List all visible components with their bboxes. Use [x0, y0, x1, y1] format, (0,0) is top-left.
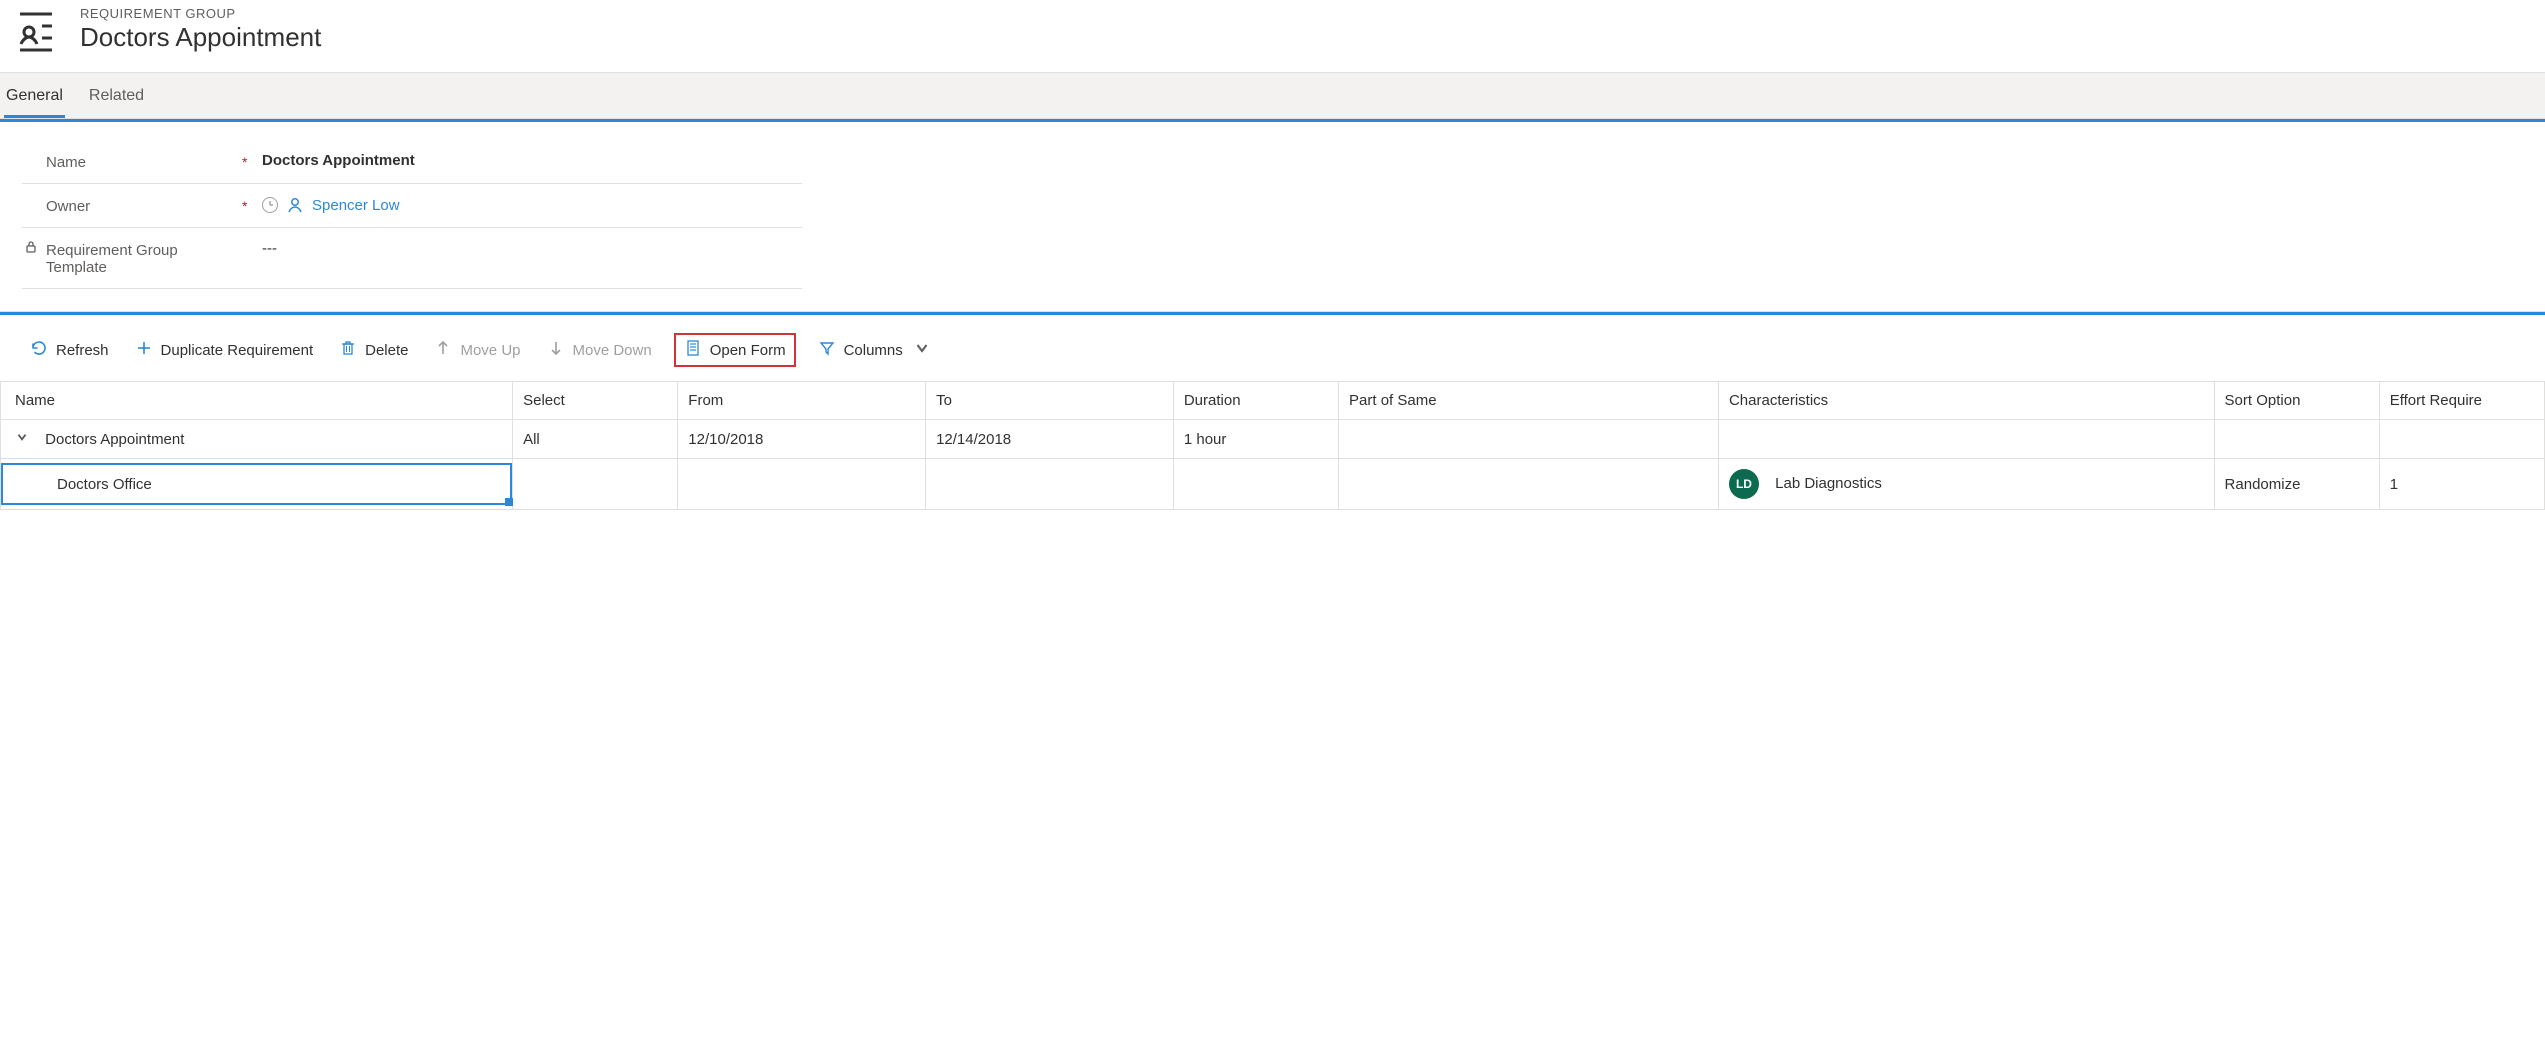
- chevron-down-icon: [913, 339, 931, 361]
- refresh-label: Refresh: [56, 342, 109, 359]
- filter-icon: [818, 339, 836, 361]
- requirement-group-icon: [10, 6, 62, 58]
- owner-link[interactable]: Spencer Low: [312, 197, 400, 214]
- field-row-name: Name * Doctors Appointment: [22, 140, 802, 184]
- open-form-button[interactable]: Open Form: [674, 333, 796, 367]
- tab-related[interactable]: Related: [87, 83, 146, 118]
- form-section-general: Name * Doctors Appointment Owner * Spenc…: [0, 119, 2545, 312]
- subgrid-toolbar: Refresh Duplicate Requirement Delete Mov…: [0, 323, 2545, 381]
- cell-to[interactable]: [926, 459, 1174, 510]
- page-title: Doctors Appointment: [80, 21, 321, 54]
- field-value-template: ---: [262, 240, 277, 257]
- move-down-label: Move Down: [573, 342, 652, 359]
- characteristic-text: Lab Diagnostics: [1775, 475, 1882, 492]
- field-value-name[interactable]: Doctors Appointment: [262, 152, 415, 169]
- person-icon: [286, 196, 304, 214]
- required-indicator: *: [242, 196, 256, 214]
- chevron-down-icon[interactable]: [15, 430, 31, 448]
- cell-to[interactable]: 12/14/2018: [926, 420, 1174, 459]
- grid-header-row: Name Select From To Duration Part of Sam…: [1, 382, 2545, 420]
- cell-select[interactable]: All: [513, 420, 678, 459]
- page-header: REQUIREMENT GROUP Doctors Appointment: [0, 0, 2545, 72]
- lock-icon: [22, 240, 40, 254]
- column-header-part-of-same[interactable]: Part of Same: [1339, 382, 1719, 420]
- field-label-owner: Owner: [46, 196, 236, 215]
- refresh-button[interactable]: Refresh: [26, 335, 113, 365]
- column-header-select[interactable]: Select: [513, 382, 678, 420]
- duplicate-requirement-button[interactable]: Duplicate Requirement: [131, 335, 318, 365]
- requirements-grid: Name Select From To Duration Part of Sam…: [0, 381, 2545, 510]
- delete-label: Delete: [365, 342, 408, 359]
- field-label-template: Requirement Group Template: [46, 240, 236, 276]
- plus-icon: [135, 339, 153, 361]
- duplicate-label: Duplicate Requirement: [161, 342, 314, 359]
- move-up-label: Move Up: [460, 342, 520, 359]
- field-label-name: Name: [46, 152, 236, 171]
- arrow-up-icon: [434, 339, 452, 361]
- arrow-down-icon: [547, 339, 565, 361]
- tabs-bar: General Related: [0, 72, 2545, 119]
- column-header-characteristics[interactable]: Characteristics: [1718, 382, 2214, 420]
- cell-from[interactable]: 12/10/2018: [678, 420, 926, 459]
- field-row-template: Requirement Group Template ---: [22, 228, 802, 289]
- trash-icon: [339, 339, 357, 361]
- cell-name-text: Doctors Appointment: [45, 431, 184, 448]
- form-icon: [684, 339, 702, 361]
- cell-characteristics[interactable]: LD Lab Diagnostics: [1718, 459, 2214, 510]
- field-row-owner: Owner * Spencer Low: [22, 184, 802, 228]
- cell-effort[interactable]: 1: [2379, 459, 2544, 510]
- cell-from[interactable]: [678, 459, 926, 510]
- characteristic-badge: LD: [1729, 469, 1759, 499]
- cell-select[interactable]: [513, 459, 678, 510]
- grid-row[interactable]: Doctors Appointment All 12/10/2018 12/14…: [1, 420, 2545, 459]
- cell-duration[interactable]: [1173, 459, 1338, 510]
- refresh-icon: [30, 339, 48, 361]
- delete-button[interactable]: Delete: [335, 335, 412, 365]
- cell-name[interactable]: Doctors Appointment: [1, 420, 513, 459]
- column-header-to[interactable]: To: [926, 382, 1174, 420]
- cell-duration[interactable]: 1 hour: [1173, 420, 1338, 459]
- entity-type-label: REQUIREMENT GROUP: [80, 6, 321, 21]
- cell-name[interactable]: Doctors Office: [1, 459, 513, 510]
- subgrid-section: Refresh Duplicate Requirement Delete Mov…: [0, 312, 2545, 510]
- column-header-from[interactable]: From: [678, 382, 926, 420]
- cell-part-of-same[interactable]: [1339, 459, 1719, 510]
- columns-label: Columns: [844, 342, 903, 359]
- required-indicator: *: [242, 152, 256, 170]
- move-down-button: Move Down: [543, 335, 656, 365]
- cell-sort-option[interactable]: Randomize: [2214, 459, 2379, 510]
- open-form-label: Open Form: [710, 342, 786, 359]
- field-value-owner[interactable]: Spencer Low: [262, 196, 400, 214]
- move-up-button: Move Up: [430, 335, 524, 365]
- info-icon: [262, 197, 278, 213]
- column-header-duration[interactable]: Duration: [1173, 382, 1338, 420]
- columns-button[interactable]: Columns: [814, 335, 935, 365]
- column-header-name[interactable]: Name: [1, 382, 513, 420]
- cell-sort-option[interactable]: [2214, 420, 2379, 459]
- column-header-effort-required[interactable]: Effort Require: [2379, 382, 2544, 420]
- cell-characteristics[interactable]: [1718, 420, 2214, 459]
- tab-general[interactable]: General: [4, 83, 65, 118]
- cell-effort[interactable]: [2379, 420, 2544, 459]
- grid-row[interactable]: Doctors Office LD Lab Diagnostics Random…: [1, 459, 2545, 510]
- cell-name-text: Doctors Office: [57, 476, 152, 493]
- required-indicator: [242, 240, 256, 242]
- column-header-sort-option[interactable]: Sort Option: [2214, 382, 2379, 420]
- cell-part-of-same[interactable]: [1339, 420, 1719, 459]
